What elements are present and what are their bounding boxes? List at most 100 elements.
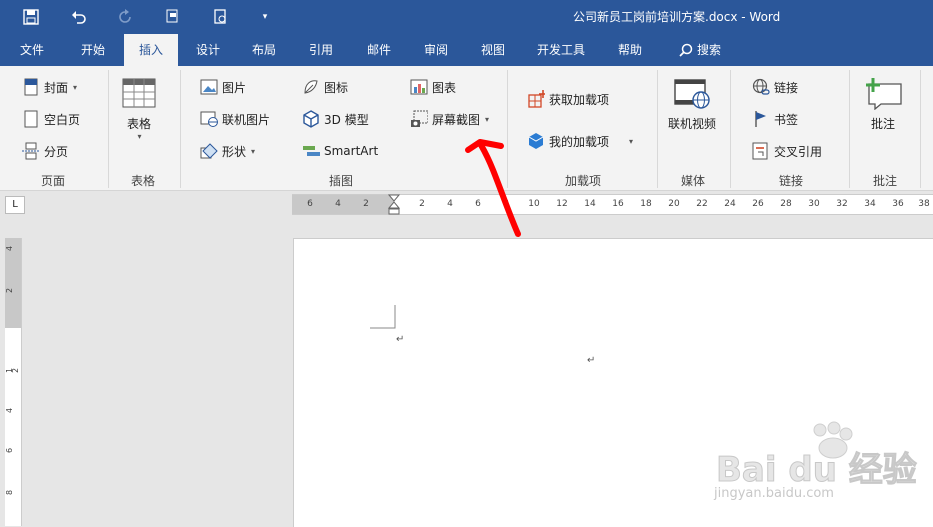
chart-button[interactable]: 图表 [410, 76, 456, 98]
group-label-pages: 页面 [40, 174, 65, 188]
picture-button[interactable]: 图片 [200, 76, 246, 98]
group-label-illustrations: 插图 [328, 174, 353, 188]
ruler-tick: 2 [363, 199, 369, 209]
ruler-tick: 6 [307, 199, 313, 209]
get-addins-label: 获取加载项 [549, 92, 610, 107]
ribbon-tabs: 文件 开始 插入 设计 布局 引用 邮件 审阅 视图 开发工具 帮助 搜索 [0, 34, 933, 66]
baidu-watermark: Bai du 经验 jingyan.baidu.com [712, 420, 917, 515]
page-break-label: 分页 [44, 144, 69, 159]
ruler-tick: 28 [780, 199, 792, 209]
table-button[interactable]: 表格 ▾ [122, 78, 156, 141]
ruler-tick: 36 [892, 199, 904, 209]
group-divider [730, 70, 731, 188]
tab-selector[interactable]: L [5, 196, 25, 214]
redo-icon[interactable] [112, 5, 138, 29]
print-preview-icon[interactable] [207, 5, 233, 29]
tab-developer[interactable]: 开发工具 [528, 34, 594, 66]
get-addins-button[interactable]: 获取加载项 [527, 88, 609, 110]
tab-design[interactable]: 设计 [186, 34, 230, 66]
table-icon [122, 78, 156, 111]
ruler-tick: 24 [724, 199, 736, 209]
new-comment-label: 批注 [870, 117, 895, 131]
group-divider [657, 70, 658, 188]
bookmark-button[interactable]: 书签 [752, 108, 798, 130]
ruler-tick: 34 [864, 199, 876, 209]
ruler-tick: 30 [808, 199, 820, 209]
group-label-tables: 表格 [130, 174, 155, 188]
my-addins-label: 我的加载项 [549, 134, 610, 149]
vertical-ruler[interactable]: 4 2 1 2 4 6 8 [5, 238, 22, 526]
paragraph-mark: ↵ [587, 355, 596, 366]
tab-search[interactable]: 搜索 [670, 34, 730, 66]
icons-button[interactable]: 图标 [302, 76, 348, 98]
cross-reference-label: 交叉引用 [774, 144, 823, 159]
icons-icon [302, 78, 320, 96]
touch-mode-icon[interactable] [160, 5, 186, 29]
online-picture-button[interactable]: 联机图片 [200, 108, 270, 130]
model3d-button[interactable]: 3D 模型 [302, 108, 369, 130]
model3d-label: 3D 模型 [324, 112, 369, 127]
page-break-button[interactable]: 分页 [22, 140, 68, 162]
undo-icon[interactable] [66, 5, 92, 29]
online-picture-icon [200, 110, 218, 128]
group-label-links: 链接 [778, 174, 803, 188]
red-arrow-annotation [465, 139, 521, 237]
online-video-button[interactable]: 联机视频 [668, 78, 716, 132]
tab-review[interactable]: 审阅 [414, 34, 458, 66]
watermark-url: jingyan.baidu.com [714, 486, 834, 501]
my-addins-button[interactable]: 我的加载项 ▾ [527, 130, 633, 152]
screenshot-button[interactable]: 屏幕截图 ▾ [410, 108, 489, 130]
tab-insert[interactable]: 插入 [124, 34, 178, 66]
ruler-tick: 26 [752, 199, 764, 209]
group-label-comments: 批注 [872, 174, 897, 188]
tab-layout[interactable]: 布局 [242, 34, 286, 66]
tab-mailings[interactable]: 邮件 [357, 34, 401, 66]
icons-label: 图标 [324, 80, 349, 95]
tab-references[interactable]: 引用 [299, 34, 343, 66]
picture-icon [200, 78, 218, 96]
tab-view[interactable]: 视图 [471, 34, 515, 66]
online-picture-label: 联机图片 [222, 112, 271, 127]
cross-reference-button[interactable]: 交叉引用 [752, 140, 822, 162]
blank-page-button[interactable]: 空白页 [22, 108, 80, 130]
new-comment-button[interactable]: 批注 [863, 76, 903, 132]
cover-page-label: 封面 [44, 80, 69, 95]
tab-home[interactable]: 开始 [70, 34, 116, 66]
screenshot-icon [410, 110, 428, 128]
tab-file[interactable]: 文件 [10, 34, 54, 66]
ruler-tick: 32 [836, 199, 848, 209]
cover-page-icon [22, 78, 40, 96]
group-divider [108, 70, 109, 188]
bookmark-label: 书签 [774, 112, 799, 127]
group-label-media: 媒体 [680, 174, 705, 188]
link-button[interactable]: 链接 [752, 76, 798, 98]
globe-link-icon [752, 78, 770, 96]
customize-qat-icon[interactable]: ▾ [252, 5, 278, 29]
store-icon [527, 90, 545, 108]
tab-search-label: 搜索 [696, 43, 721, 57]
smartart-button[interactable]: SmartArt [302, 140, 378, 162]
ruler-tick: 2 [5, 287, 15, 294]
ruler-tick: 4 [335, 199, 341, 209]
ruler-tick: 22 [696, 199, 708, 209]
smartart-label: SmartArt [324, 144, 379, 158]
group-label-addins: 加载项 [564, 174, 601, 188]
tab-help[interactable]: 帮助 [608, 34, 652, 66]
ruler-tick: 6 [5, 447, 15, 454]
shapes-button[interactable]: 形状 ▾ [200, 140, 255, 162]
horizontal-ruler[interactable]: 6 4 2 2 4 6 8 10 12 14 16 18 20 22 24 26… [292, 194, 933, 215]
watermark-brand: Bai du 经验 [716, 450, 918, 491]
page-break-icon [22, 142, 40, 160]
group-divider [849, 70, 850, 188]
smartart-icon [302, 142, 320, 160]
shapes-icon [200, 142, 218, 160]
cover-page-button[interactable]: 封面 ▾ [22, 76, 77, 98]
ruler-tick: 2 [419, 199, 425, 209]
ruler-tick: 18 [640, 199, 652, 209]
save-icon[interactable] [18, 5, 44, 29]
indent-marker[interactable] [388, 194, 400, 215]
online-video-label: 联机视频 [668, 117, 717, 131]
chart-icon [410, 78, 428, 96]
ruler-tick: 14 [584, 199, 596, 209]
blank-page-label: 空白页 [44, 112, 81, 127]
